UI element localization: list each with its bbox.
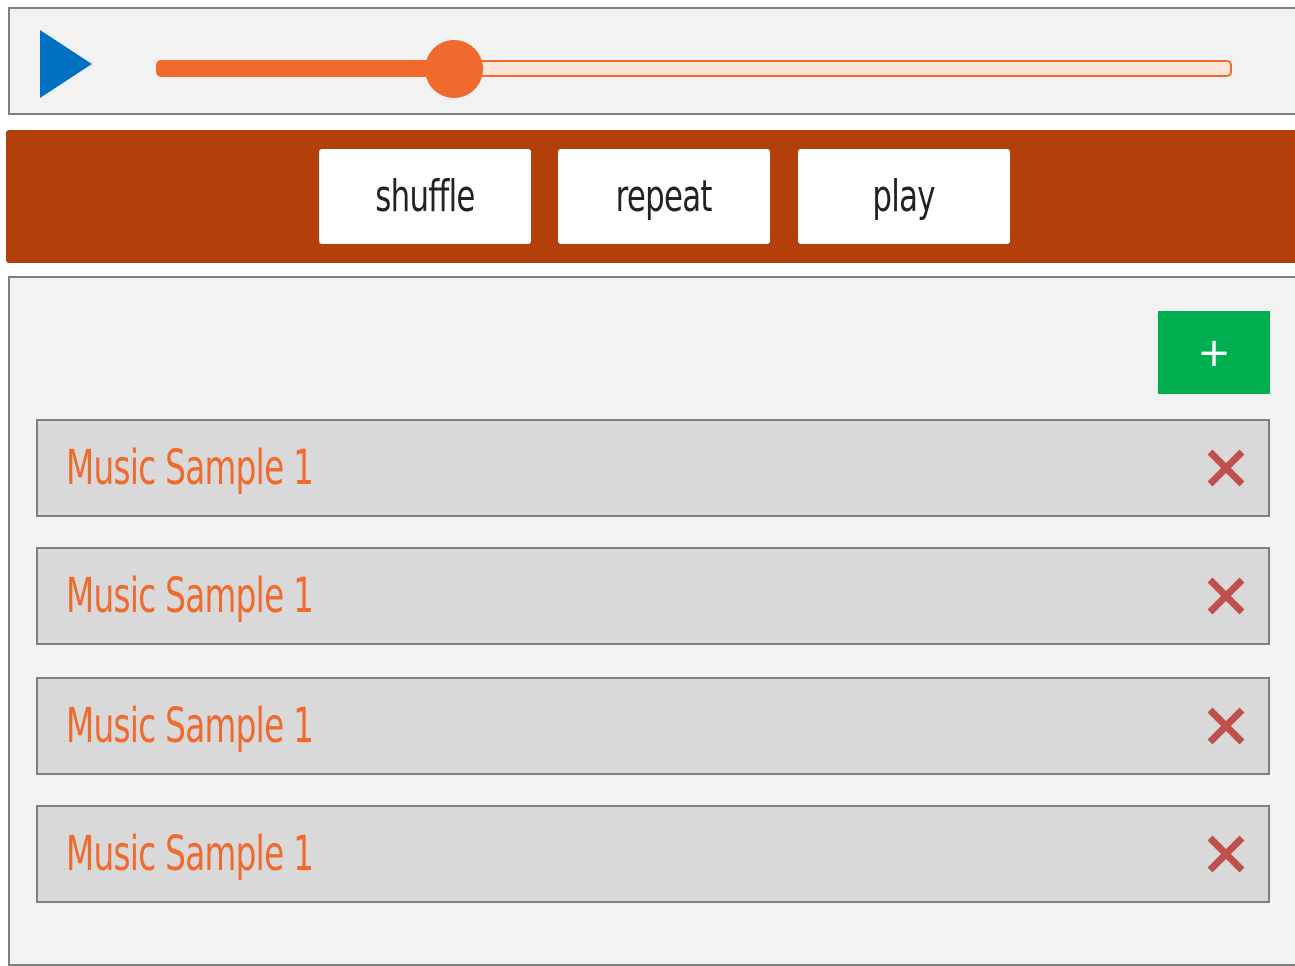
close-icon[interactable] [1204, 704, 1248, 748]
play-icon[interactable] [40, 30, 92, 98]
playlist-item[interactable]: Music Sample 1 [36, 419, 1270, 517]
playlist-item[interactable]: Music Sample 1 [36, 805, 1270, 903]
progress-slider-fill [156, 60, 454, 77]
toolbar: shuffle repeat play [6, 130, 1295, 263]
playlist-item-title: Music Sample 1 [66, 568, 314, 624]
play-button-label: play [872, 171, 936, 222]
close-icon[interactable] [1204, 832, 1248, 876]
playlist-item-title: Music Sample 1 [66, 440, 314, 496]
progress-slider[interactable] [156, 39, 1232, 98]
shuffle-button-label: shuffle [375, 171, 475, 222]
player-bar [8, 7, 1295, 115]
shuffle-button[interactable]: shuffle [319, 149, 531, 244]
add-track-button[interactable]: + [1158, 311, 1270, 394]
close-icon[interactable] [1204, 574, 1248, 618]
playlist-item[interactable]: Music Sample 1 [36, 547, 1270, 645]
playlist-item-title: Music Sample 1 [66, 826, 314, 882]
playlist-item-title: Music Sample 1 [66, 698, 314, 754]
playlist-item[interactable]: Music Sample 1 [36, 677, 1270, 775]
close-icon[interactable] [1204, 446, 1248, 490]
progress-slider-thumb[interactable] [424, 39, 483, 98]
repeat-button[interactable]: repeat [558, 149, 770, 244]
repeat-button-label: repeat [615, 171, 713, 222]
play-button[interactable]: play [798, 149, 1010, 244]
playlist-panel: + Music Sample 1 Music Sample 1 Music Sa… [8, 276, 1295, 966]
add-track-label: + [1197, 329, 1231, 376]
